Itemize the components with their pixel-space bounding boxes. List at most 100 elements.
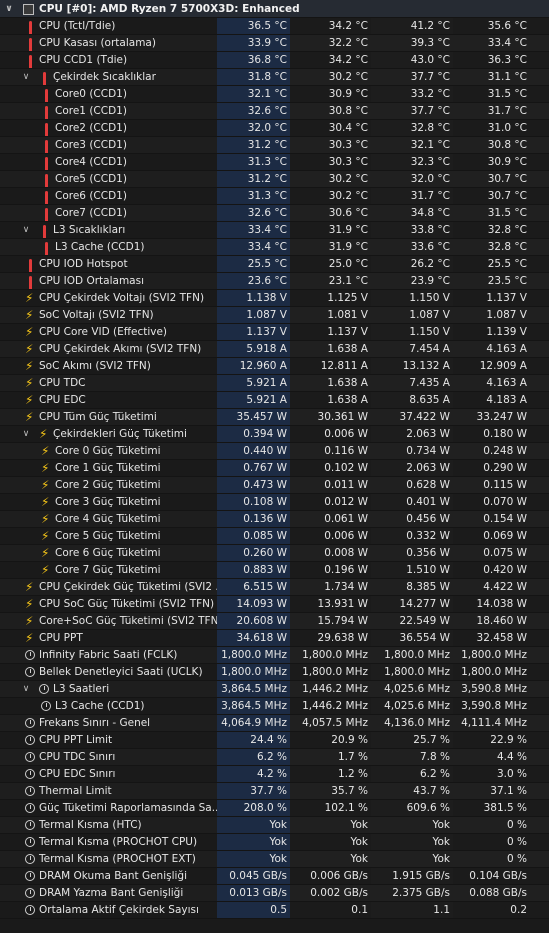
chevron-down-icon[interactable]: ∨: [21, 69, 31, 85]
sensor-minimum-value: 30.6 °C: [290, 205, 371, 221]
sensor-row[interactable]: ⚡ Core+SoC Güç Tüketimi (SVI2 TFN) 20.608 …: [0, 613, 549, 630]
sensor-row[interactable]: Core3 (CCD1) 31.2 °C 30.3 °C 32.1 °C 30.8 °C: [0, 137, 549, 154]
sensor-row[interactable]: CPU (Tctl/Tdie) 36.5 °C 34.2 °C 41.2 °C 35.6…: [0, 18, 549, 35]
sensor-minimum-value: 1.137 V: [290, 324, 371, 340]
lightning-bolt-icon: ⚡: [41, 512, 50, 526]
sensor-row[interactable]: CPU EDC Sınırı 4.2 % 1.2 % 6.2 % 3.0 %: [0, 766, 549, 783]
sensor-row[interactable]: CPU TDC Sınırı 6.2 % 1.7 % 7.8 % 4.4 %: [0, 749, 549, 766]
sensor-row[interactable]: ∨ Çekirdek Sıcaklıklar 31.8 °C 30.2 °C 37.7 …: [0, 69, 549, 86]
sensor-row[interactable]: ∨ L3 Saatleri 3,864.5 MHz 1,446.2 MHz 4,025.…: [0, 681, 549, 698]
sensor-current-value: 0.108 W: [217, 494, 290, 510]
sensor-row[interactable]: ⚡ CPU Çekirdek Voltajı (SVI2 TFN) 1.138 V1…: [0, 290, 549, 307]
clock-icon: [25, 749, 37, 765]
sensor-maximum-value: 43.7 %: [371, 783, 453, 799]
sensor-average-value: 0.420 W: [453, 562, 549, 578]
sensor-row[interactable]: Core0 (CCD1) 32.1 °C 30.9 °C 33.2 °C 31.5 °C: [0, 86, 549, 103]
sensor-row[interactable]: ⚡ Core 4 Güç Tüketimi 0.136 W 0.061 W 0.456 …: [0, 511, 549, 528]
sensor-row[interactable]: ⚡ CPU Tüm Güç Tüketimi 35.457 W 30.361 W 37.…: [0, 409, 549, 426]
sensor-minimum-value: 0.006 W: [290, 528, 371, 544]
sensor-row[interactable]: Core7 (CCD1) 32.6 °C 30.6 °C 34.8 °C 31.5 °C: [0, 205, 549, 222]
sensor-row[interactable]: ⚡ Core 0 Güç Tüketimi 0.440 W 0.116 W 0.734 …: [0, 443, 549, 460]
sensor-row[interactable]: ⚡ CPU TDC 5.921 A 1.638 A 7.435 A 4.163 A: [0, 375, 549, 392]
sensor-row[interactable]: Ortalama Aktif Çekirdek Sayısı 0.5 0.1 1.1 0…: [0, 902, 549, 919]
sensor-row[interactable]: L3 Cache (CCD1) 33.4 °C 31.9 °C 33.6 °C 32.8…: [0, 239, 549, 256]
sensor-row[interactable]: ⚡ SoC Akımı (SVI2 TFN) 12.960 A 12.811 A 13.…: [0, 358, 549, 375]
sensor-row[interactable]: Termal Kısma (HTC) Yok Yok Yok 0 %: [0, 817, 549, 834]
sensor-row[interactable]: Core6 (CCD1) 31.3 °C 30.2 °C 31.7 °C 30.7 °C: [0, 188, 549, 205]
sensor-current-value: 4,064.9 MHz: [217, 715, 290, 731]
sensor-label: Infinity Fabric Saati (FCLK): [39, 649, 178, 661]
sensor-row[interactable]: Core5 (CCD1) 31.2 °C 30.2 °C 32.0 °C 30.7 °C: [0, 171, 549, 188]
sensor-name-cell: Termal Kısma (PROCHOT EXT): [0, 851, 217, 867]
sensor-row[interactable]: ⚡ Core 6 Güç Tüketimi 0.260 W 0.008 W 0.356 …: [0, 545, 549, 562]
sensor-row[interactable]: ⚡ CPU SoC Güç Tüketimi (SVI2 TFN) 14.093 W…: [0, 596, 549, 613]
sensor-row[interactable]: ⚡ Core 5 Güç Tüketimi 0.085 W 0.006 W 0.332 …: [0, 528, 549, 545]
sensor-label: DRAM Yazma Bant Genişliği: [39, 887, 184, 899]
sensor-maximum-value: 0.628 W: [371, 477, 453, 493]
sensor-maximum-value: 8.385 W: [371, 579, 453, 595]
sensor-average-value: 4.4 %: [453, 749, 549, 765]
sensor-row[interactable]: ⚡ SoC Voltajı (SVI2 TFN) 1.087 V 1.081 V 1.0…: [0, 307, 549, 324]
sensor-row[interactable]: ⚡ Core 1 Güç Tüketimi 0.767 W 0.102 W 2.063 …: [0, 460, 549, 477]
sensor-row[interactable]: ⚡ CPU EDC 5.921 A 1.638 A 8.635 A 4.183 A: [0, 392, 549, 409]
sensor-row[interactable]: Core2 (CCD1) 32.0 °C 30.4 °C 32.8 °C 31.0 °C: [0, 120, 549, 137]
sensor-average-value: 32.458 W: [453, 630, 549, 646]
sensor-current-value: 25.5 °C: [217, 256, 290, 272]
sensor-name-cell: Core7 (CCD1): [0, 205, 217, 221]
sensor-row[interactable]: ⚡ CPU PPT 34.618 W 29.638 W 36.554 W 32.458 W: [0, 630, 549, 647]
sensor-row[interactable]: CPU Kasası (ortalama) 33.9 °C 32.2 °C 39.3 …: [0, 35, 549, 52]
sensor-maximum-value: 26.2 °C: [371, 256, 453, 272]
sensor-current-value: 36.8 °C: [217, 52, 290, 68]
sensor-current-value: 33.9 °C: [217, 35, 290, 51]
sensor-row[interactable]: Core4 (CCD1) 31.3 °C 30.3 °C 32.3 °C 30.9 °C: [0, 154, 549, 171]
sensor-row[interactable]: CPU IOD Hotspot 25.5 °C 25.0 °C 26.2 °C 25.5…: [0, 256, 549, 273]
sensor-average-value: 0.088 GB/s: [453, 885, 549, 901]
thermometer-icon: [41, 154, 53, 170]
sensor-label: Core+SoC Güç Tüketimi (SVI2 TFN): [39, 615, 217, 627]
sensor-minimum-value: 23.1 °C: [290, 273, 371, 289]
sensor-average-value: 36.3 °C: [453, 52, 549, 68]
sensor-maximum-value: 2.063 W: [371, 426, 453, 442]
sensor-row[interactable]: ⚡ Core 3 Güç Tüketimi 0.108 W 0.012 W 0.401 …: [0, 494, 549, 511]
sensor-current-value: 35.457 W: [217, 409, 290, 425]
lightning-bolt-icon: ⚡: [25, 342, 34, 356]
sensor-row[interactable]: ⚡ CPU Çekirdek Güç Tüketimi (SVI2 ... 6.51…: [0, 579, 549, 596]
sensor-row[interactable]: ∨ L3 Sıcaklıkları 33.4 °C 31.9 °C 33.8 °C 32.…: [0, 222, 549, 239]
sensor-row[interactable]: ⚡ Core 2 Güç Tüketimi 0.473 W 0.011 W 0.628 …: [0, 477, 549, 494]
sensor-average-value: 4,111.4 MHz: [453, 715, 549, 731]
chevron-down-icon[interactable]: ∨: [4, 0, 14, 18]
sensor-name-cell: ⚡ CPU PPT: [0, 630, 217, 646]
sensor-average-value: 0 %: [453, 834, 549, 850]
sensor-row[interactable]: Termal Kısma (PROCHOT CPU) Yok Yok Yok 0 %: [0, 834, 549, 851]
sensor-row[interactable]: Bellek Denetleyici Saati (UCLK) 1,800.0 M…: [0, 664, 549, 681]
sensor-group-header[interactable]: ∨ CPU [#0]: AMD Ryzen 7 5700X3D: Enhance…: [0, 0, 549, 18]
sensor-row[interactable]: DRAM Yazma Bant Genişliği 0.013 GB/s 0.002…: [0, 885, 549, 902]
sensor-row[interactable]: CPU IOD Ortalaması 23.6 °C 23.1 °C 23.9 °C 2…: [0, 273, 549, 290]
thermometer-icon: [41, 239, 53, 255]
sensor-row[interactable]: DRAM Okuma Bant Genişliği 0.045 GB/s 0.006…: [0, 868, 549, 885]
sensor-row[interactable]: Frekans Sınırı - Genel 4,064.9 MHz 4,057.5…: [0, 715, 549, 732]
sensor-row[interactable]: Güç Tüketimi Raporlamasında Sa... 208.0 %…: [0, 800, 549, 817]
sensor-row[interactable]: CPU PPT Limit 24.4 % 20.9 % 25.7 % 22.9 %: [0, 732, 549, 749]
chevron-down-icon[interactable]: ∨: [21, 681, 31, 697]
sensor-row[interactable]: Thermal Limit 37.7 % 35.7 % 43.7 % 37.1 %: [0, 783, 549, 800]
sensor-label: Core3 (CCD1): [55, 139, 127, 151]
chevron-down-icon[interactable]: ∨: [21, 222, 31, 238]
sensor-current-value: 0.883 W: [217, 562, 290, 578]
chevron-down-icon[interactable]: ∨: [21, 426, 31, 442]
sensor-average-value: 4.183 A: [453, 392, 549, 408]
sensor-row[interactable]: ⚡ Core 7 Güç Tüketimi 0.883 W 0.196 W 1.510 …: [0, 562, 549, 579]
sensor-row[interactable]: Infinity Fabric Saati (FCLK) 1,800.0 MHz 1…: [0, 647, 549, 664]
sensor-name-cell: ∨ L3 Saatleri: [0, 681, 217, 697]
sensor-row[interactable]: Core1 (CCD1) 32.6 °C 30.8 °C 37.7 °C 31.7 °C: [0, 103, 549, 120]
sensor-row[interactable]: Termal Kısma (PROCHOT EXT) Yok Yok Yok 0 %: [0, 851, 549, 868]
sensor-current-value: 1.138 V: [217, 290, 290, 306]
sensor-row[interactable]: L3 Cache (CCD1) 3,864.5 MHz 1,446.2 MHz 4,0…: [0, 698, 549, 715]
sensor-minimum-value: 30.3 °C: [290, 137, 371, 153]
sensor-row[interactable]: ⚡ CPU Çekirdek Akımı (SVI2 TFN) 5.918 A 1.6…: [0, 341, 549, 358]
sensor-row[interactable]: ∨ ⚡ Çekirdekleri Güç Tüketimi 0.394 W 0.006 …: [0, 426, 549, 443]
sensor-maximum-value: 23.9 °C: [371, 273, 453, 289]
sensor-row[interactable]: ⚡ CPU Core VID (Effective) 1.137 V 1.137 V1…: [0, 324, 549, 341]
sensor-row[interactable]: CPU CCD1 (Tdie) 36.8 °C 34.2 °C 43.0 °C 36.3…: [0, 52, 549, 69]
sensor-name-cell: ⚡ Core+SoC Güç Tüketimi (SVI2 TFN): [0, 613, 217, 629]
